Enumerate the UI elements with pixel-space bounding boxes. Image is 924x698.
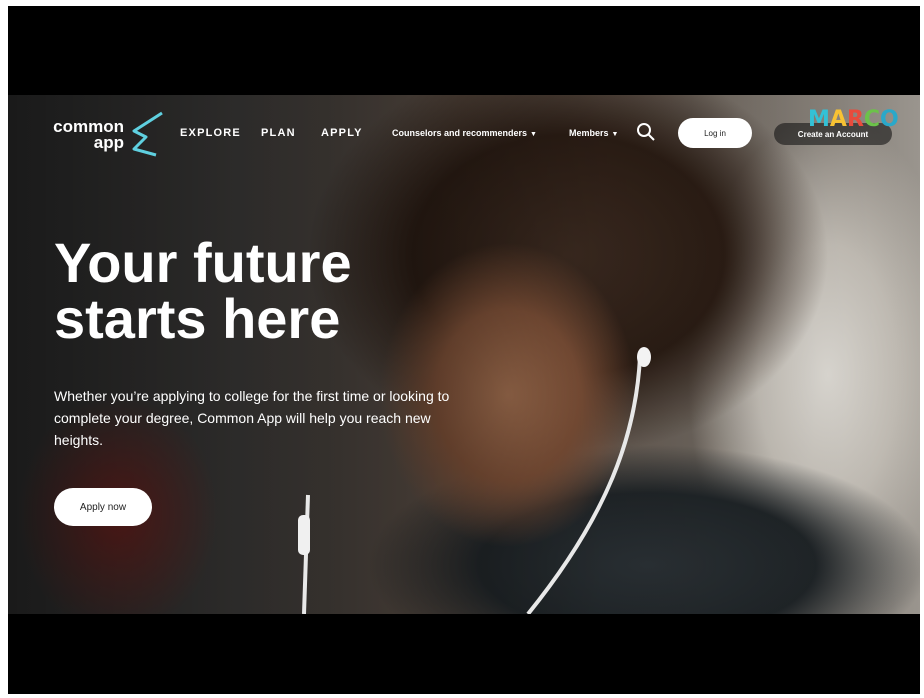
nav-plan[interactable]: PLAN: [261, 127, 296, 139]
hero-title-line-2: starts here: [54, 287, 341, 350]
marco-letter-r: R: [846, 107, 864, 132]
common-app-logo[interactable]: common app: [48, 111, 168, 159]
screenshot-frame: common app EXPLORE PLAN APPLY Counselors…: [0, 0, 924, 698]
login-button[interactable]: Log in: [678, 118, 752, 148]
marco-letter-c: C: [863, 107, 881, 132]
video-frame: common app EXPLORE PLAN APPLY Counselors…: [8, 95, 920, 614]
frame-border-bottom: [0, 694, 924, 698]
marco-letter-m: M: [808, 107, 830, 132]
hero-title-line-1: Your future: [54, 231, 352, 294]
marco-watermark-logo: MARCO: [808, 107, 899, 132]
nav-counselors-dropdown[interactable]: Counselors and recommenders ▼: [392, 128, 537, 138]
logo-wordmark: common app: [48, 118, 124, 152]
nav-explore[interactable]: EXPLORE: [180, 127, 241, 139]
apply-now-button[interactable]: Apply now: [54, 488, 152, 526]
frame-border-left: [0, 0, 8, 698]
chevron-down-icon: ▼: [530, 131, 537, 138]
frame-border-top: [0, 0, 924, 6]
nav-members-dropdown[interactable]: Members ▼: [569, 128, 618, 138]
nav-members-label: Members: [569, 128, 609, 138]
frame-border-right: [920, 0, 924, 698]
hero-title: Your future starts here: [54, 235, 434, 347]
marco-letter-a: A: [829, 107, 847, 132]
top-navigation: common app EXPLORE PLAN APPLY Counselors…: [8, 95, 920, 175]
marco-letter-o: O: [880, 107, 899, 132]
hero-description: Whether you’re applying to college for t…: [54, 388, 450, 448]
nav-apply[interactable]: APPLY: [321, 127, 363, 139]
chevron-down-icon: ▼: [611, 131, 619, 138]
nav-counselors-label: Counselors and recommenders: [392, 128, 528, 138]
search-icon[interactable]: [636, 122, 656, 142]
logo-mark-icon: [132, 111, 163, 157]
logo-line-2: app: [93, 133, 124, 152]
